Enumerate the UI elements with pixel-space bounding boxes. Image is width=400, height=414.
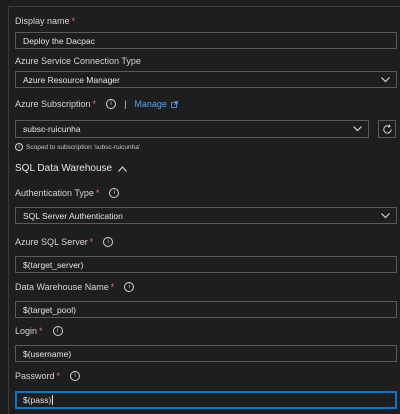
display-name-label: Display name * [15,16,76,26]
info-icon[interactable]: i [106,99,117,109]
sql-server-value: $(target_server) [23,259,84,270]
auth-type-select[interactable]: SQL Server Authentication [15,207,397,224]
info-icon[interactable]: i [103,237,114,247]
text-cursor [52,395,54,405]
login-value: $(username) [23,348,72,359]
login-input[interactable]: $(username) [15,345,397,362]
info-icon[interactable]: i [52,326,63,336]
auth-type-value: SQL Server Authentication [23,210,123,221]
chevron-down-icon [380,211,390,221]
warehouse-name-value: $(target_pool) [23,304,76,315]
password-label: Password * i [15,371,81,381]
connection-type-label: Azure Service Connection Type [15,56,141,66]
subscription-label: Azure Subscription * i | Manage [15,99,178,109]
info-icon: i [15,143,23,151]
password-input[interactable]: $(pass) [15,391,397,409]
display-name-value: Deploy the Dacpac [23,35,95,46]
chevron-down-icon [380,75,390,85]
warehouse-name-label: Data Warehouse Name * i [15,282,135,292]
refresh-icon [382,123,393,135]
external-link-icon[interactable] [171,100,178,108]
chevron-down-icon [352,124,362,134]
info-icon[interactable]: i [109,188,120,198]
sql-server-input[interactable]: $(target_server) [15,256,397,273]
separator: | [124,99,127,109]
sql-section-header[interactable]: SQL Data Warehouse [15,163,128,174]
password-value: $(pass) [23,395,52,405]
refresh-button[interactable] [378,120,396,138]
sql-server-label: Azure SQL Server * i [15,237,114,247]
manage-link[interactable]: Manage [134,99,167,109]
warehouse-name-input[interactable]: $(target_pool) [15,301,397,318]
login-label: Login * i [15,326,63,336]
display-name-input[interactable]: Deploy the Dacpac [15,32,397,49]
connection-type-select[interactable]: Azure Resource Manager [15,71,397,88]
subscription-value: subsc-ruicunha [23,124,81,134]
info-icon[interactable]: i [124,282,135,292]
section-title: SQL Data Warehouse [15,163,113,174]
info-icon[interactable]: i [70,371,81,381]
connection-type-value: Azure Resource Manager [23,74,120,85]
chevron-up-icon [118,165,128,172]
subscription-select[interactable]: subsc-ruicunha [15,120,369,138]
scope-note: i Scoped to subscription 'subsc-ruicunha… [15,143,140,151]
auth-type-label: Authentication Type * i [15,188,120,198]
